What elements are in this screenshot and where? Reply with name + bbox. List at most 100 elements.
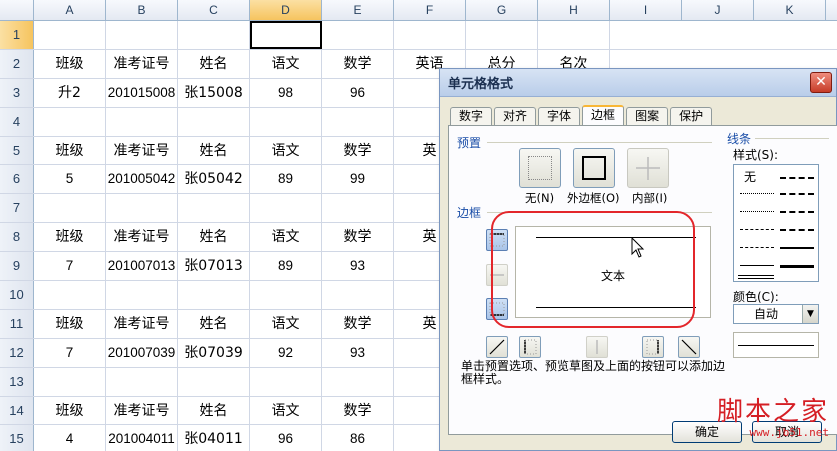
grid-cell[interactable]: 99 [322,165,394,194]
grid-cell[interactable]: 语文 [250,396,322,425]
row-header[interactable]: 11 [0,309,34,338]
grid-cell[interactable] [106,281,178,309]
grid-cell[interactable]: 93 [322,252,394,281]
row-header[interactable]: 14 [0,396,34,425]
column-header-a[interactable]: A [34,0,106,20]
grid-cell[interactable] [322,281,394,309]
grid-cell[interactable]: 班级 [34,309,106,338]
line-style-dash-dot-dot[interactable] [740,229,774,230]
tab-number[interactable]: 数字 [450,107,493,125]
grid-cell[interactable] [34,21,106,49]
grid-cell[interactable]: 姓名 [178,223,250,252]
grid-cell[interactable] [106,107,178,136]
grid-cell[interactable]: 张07013 [178,252,250,281]
grid-cell[interactable]: 准考证号 [106,136,178,165]
grid-cell[interactable] [106,367,178,396]
column-header-d[interactable]: D [250,0,322,20]
grid-cell[interactable] [250,21,322,49]
line-style-thick[interactable] [780,265,814,268]
grid-cell[interactable]: 201004011 [106,425,178,451]
grid-cell[interactable] [322,107,394,136]
grid-cell[interactable]: 数学 [322,49,394,78]
grid-cell[interactable]: 数学 [322,136,394,165]
grid-cell[interactable]: 93 [322,338,394,367]
grid-cell[interactable]: 语文 [250,309,322,338]
grid-cell[interactable] [322,194,394,223]
grid-cell[interactable] [250,367,322,396]
grid-cell[interactable]: 姓名 [178,396,250,425]
grid-cell[interactable]: 98 [250,78,322,107]
preset-none-button[interactable] [519,148,561,188]
column-header-h[interactable]: H [538,0,610,20]
grid-cell[interactable]: 班级 [34,136,106,165]
line-style-dash-dot[interactable] [780,177,814,179]
border-diagonal-down-button[interactable] [678,336,700,358]
row-header[interactable]: 2 [0,49,34,78]
row-header[interactable]: 8 [0,223,34,252]
grid-cell[interactable]: 班级 [34,396,106,425]
grid-cell[interactable] [106,21,178,49]
grid-cell[interactable]: 4 [34,425,106,451]
grid-cell[interactable]: 准考证号 [106,309,178,338]
line-color-select[interactable]: 自动 ▼ [733,304,819,324]
grid-cell[interactable] [394,21,466,49]
grid-cell[interactable]: 5 [34,165,106,194]
line-style-medium[interactable] [780,247,814,249]
grid-cell[interactable]: 张05042 [178,165,250,194]
row-header[interactable]: 10 [0,281,34,309]
line-style-medium-dash-dot[interactable] [780,211,814,213]
line-style-list[interactable]: 无 [733,164,819,282]
line-style-medium-dash-dot-dot[interactable] [780,193,814,195]
grid-cell[interactable]: 201015008 [106,78,178,107]
grid-cell[interactable]: 语文 [250,223,322,252]
grid-cell[interactable]: 数学 [322,223,394,252]
grid-cell[interactable] [538,21,610,49]
column-header-e[interactable]: E [322,0,394,20]
tab-patterns[interactable]: 图案 [626,107,669,125]
grid-cell[interactable]: 班级 [34,223,106,252]
close-icon[interactable]: ✕ [810,72,832,93]
row-header[interactable]: 13 [0,367,34,396]
grid-cell[interactable]: 数学 [322,396,394,425]
grid-cell[interactable] [250,281,322,309]
column-header-i[interactable]: I [610,0,682,20]
row-header[interactable]: 1 [0,21,34,49]
border-center-button[interactable] [586,336,608,358]
grid-cell[interactable]: 96 [322,78,394,107]
grid-cell[interactable] [34,367,106,396]
grid-cell[interactable]: 升2 [34,78,106,107]
grid-cell[interactable]: 准考证号 [106,49,178,78]
grid-cell[interactable] [250,194,322,223]
dialog-titlebar[interactable]: 单元格格式 [440,69,836,97]
line-style-medium-dashed[interactable] [780,229,814,231]
grid-cell[interactable]: 96 [250,425,322,451]
grid-cell[interactable] [106,194,178,223]
row-header[interactable]: 15 [0,425,34,451]
grid-cell[interactable]: 92 [250,338,322,367]
grid-cell[interactable]: 数学 [322,309,394,338]
line-style-none[interactable]: 无 [744,168,756,185]
row-header[interactable]: 9 [0,252,34,281]
grid-cell[interactable]: 姓名 [178,309,250,338]
row-header[interactable]: 4 [0,107,34,136]
border-diagonal-up-button[interactable] [486,336,508,358]
chevron-down-icon[interactable]: ▼ [802,305,818,323]
grid-cell[interactable]: 张07039 [178,338,250,367]
line-style-dashed[interactable] [740,247,774,248]
row-header[interactable]: 3 [0,78,34,107]
row-header[interactable]: 7 [0,194,34,223]
border-right-button[interactable] [642,336,664,358]
grid-cell[interactable]: 89 [250,165,322,194]
grid-cell[interactable]: 张04011 [178,425,250,451]
line-style-dotted[interactable] [740,193,774,194]
grid-cell[interactable] [322,367,394,396]
grid-cell[interactable] [178,281,250,309]
grid-cell[interactable]: 201007013 [106,252,178,281]
column-header-c[interactable]: C [178,0,250,20]
border-left-button[interactable] [519,336,541,358]
tab-alignment[interactable]: 对齐 [494,107,537,125]
line-style-thin[interactable] [740,265,774,266]
column-header-j[interactable]: J [682,0,754,20]
line-style-hair[interactable] [740,211,774,212]
grid-cell[interactable]: 姓名 [178,49,250,78]
